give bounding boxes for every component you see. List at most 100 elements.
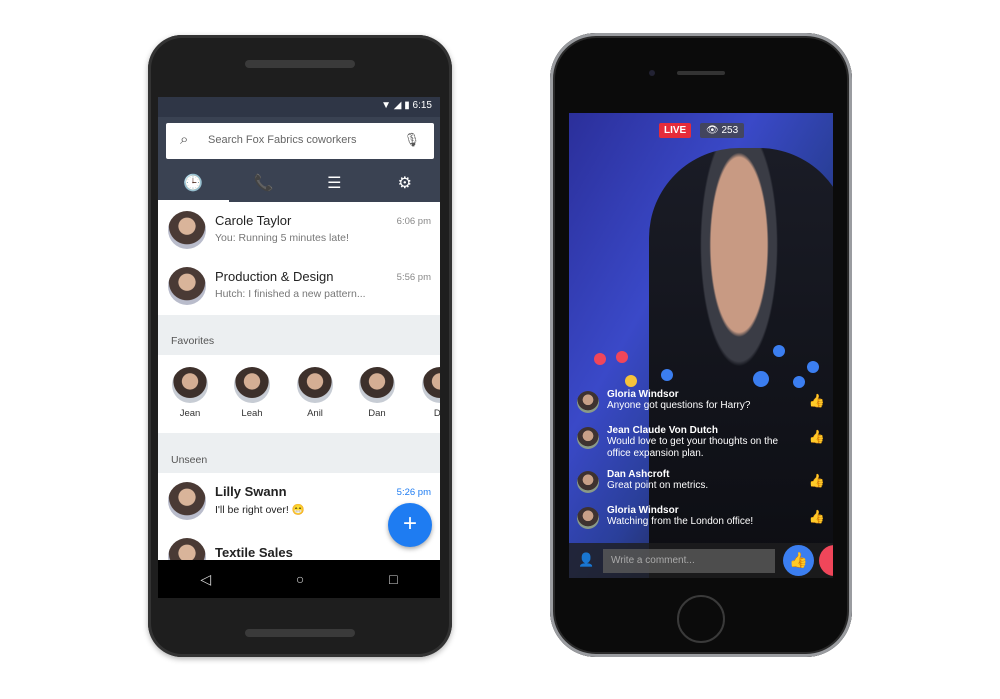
comment: Gloria Windsor Watching from the London o… [577,505,827,529]
recents-icon[interactable]: □ [389,571,397,587]
favorite-name: Dan [368,408,386,419]
viewer-count: 👁 253 [700,123,745,138]
avatar [422,367,440,403]
comment-text: Great point on metrics. [607,480,709,491]
avatar [577,507,599,529]
status-bar: ▼ ◢ ▮ 6:15 [158,97,440,117]
live-video-screen: LIVE 👁 253 Gloria Windsor Anyone got ques… [569,113,833,578]
love-button[interactable] [819,545,833,576]
comment-author: Gloria Windsor [607,505,679,516]
comment-text: Would love to get your thoughts on the o… [607,436,779,459]
comment-text: Anyone got questions for Harry? [607,400,751,411]
message-time: 5:26 pm [396,487,431,498]
gear-icon: ⚙ [397,175,412,192]
like-reaction-icon [793,376,805,388]
favorite-name: Do [433,408,440,419]
like-button[interactable]: 👍 [783,545,814,576]
list-icon: ☰ [327,175,342,192]
home-icon[interactable]: ○ [296,571,304,587]
like-icon[interactable]: 👍 [809,473,825,489]
avatar [234,367,270,403]
avatar [359,367,395,403]
comment: Dan Ashcroft Great point on metrics. 👍 [577,469,827,493]
avatar [577,391,599,413]
comment-text: Watching from the London office! [607,516,754,527]
like-reaction-icon [807,361,819,373]
favorites-row: Jean Leah Anil Dan Do [158,355,440,433]
android-nav-bar: ◁ ○ □ [158,560,440,598]
list-item[interactable]: Production & Design Hutch: I finished a n… [158,258,440,314]
group-avatar [168,538,206,560]
front-camera [649,70,655,76]
favorite-contact[interactable]: Leah [230,367,274,419]
phone-icon: 📞 [253,175,274,192]
like-reaction-icon [773,345,785,357]
heart-reaction-icon [616,351,628,363]
search-icon: ⌕ [180,131,189,148]
comment-author: Gloria Windsor [607,389,679,400]
like-icon[interactable]: 👍 [809,429,825,445]
favorite-name: Anil [307,408,323,419]
favorite-name: Leah [241,408,263,419]
tab-settings[interactable]: ⚙ [370,167,441,202]
comment: Jean Claude Von Dutch Would love to get y… [577,425,827,460]
message-time: 6:06 pm [396,216,431,227]
share-person-icon[interactable]: 👤 [578,552,594,568]
like-icon[interactable]: 👍 [809,509,825,525]
wow-reaction-icon [625,375,637,387]
comment-placeholder: Write a comment... [611,555,695,566]
message-preview: Hutch: I finished a new pattern... [215,288,366,300]
speaker-grille [245,629,355,637]
favorite-name: Jean [179,408,201,419]
comment: Gloria Windsor Anyone got questions for H… [577,389,827,413]
comment-author: Dan Ashcroft [607,469,670,480]
avatar [168,482,206,520]
comment-bar: 👤 Write a comment... 👍 [569,543,833,578]
avatar [577,471,599,493]
avatar [172,367,208,403]
plus-icon: + [402,510,417,537]
section-favorites: Favorites [171,335,215,347]
new-message-button[interactable]: + [388,503,432,547]
thumbs-up-icon: 👍 [789,552,808,569]
tab-list[interactable]: ☰ [299,167,370,202]
like-reaction-icon [753,371,769,387]
android-screen: ▼ ◢ ▮ 6:15 ⌕ Search Fox Fabrics coworker… [158,97,440,560]
speaker-grille [245,60,355,68]
contact-name: Lilly Swann [215,484,287,499]
contact-name: Carole Taylor [215,213,292,228]
search-input[interactable]: ⌕ Search Fox Fabrics coworkers 🎙 [166,123,434,159]
search-placeholder: Search Fox Fabrics coworkers [208,134,357,146]
list-item[interactable]: Carole Taylor You: Running 5 minutes late… [158,202,440,258]
message-preview: You: Running 5 minutes late! [215,232,349,244]
comment-input[interactable]: Write a comment... [603,549,775,573]
contact-name: Textile Sales [215,545,293,560]
group-avatar [168,267,206,305]
home-button[interactable] [677,595,725,643]
like-reaction-icon [661,369,673,381]
avatar [297,367,333,403]
tab-recent[interactable]: 🕒 [158,167,229,202]
earpiece [677,71,725,75]
clock-icon: 🕒 [183,175,204,192]
back-icon[interactable]: ◁ [200,571,211,588]
avatar [577,427,599,449]
favorite-contact[interactable]: Jean [168,367,212,419]
tab-bar: 🕒 📞 ☰ ⚙ [158,167,440,202]
section-unseen: Unseen [171,454,208,466]
message-preview: I'll be right over! 😁 [215,504,305,516]
heart-reaction-icon [594,353,606,365]
like-icon[interactable]: 👍 [809,393,825,409]
avatar [168,211,206,249]
tab-calls[interactable]: 📞 [229,167,300,202]
favorite-contact[interactable]: Do [418,367,440,419]
status-time: 6:15 [412,100,432,111]
live-badge: LIVE [659,123,692,138]
microphone-icon[interactable]: 🎙 [403,132,420,148]
favorite-contact[interactable]: Anil [293,367,337,419]
favorite-contact[interactable]: Dan [355,367,399,419]
app-bar: ⌕ Search Fox Fabrics coworkers 🎙 🕒 📞 ☰ ⚙ [158,117,440,202]
message-time: 5:56 pm [396,272,431,283]
comment-author: Jean Claude Von Dutch [607,425,718,436]
recent-list: Carole Taylor You: Running 5 minutes late… [158,202,440,315]
